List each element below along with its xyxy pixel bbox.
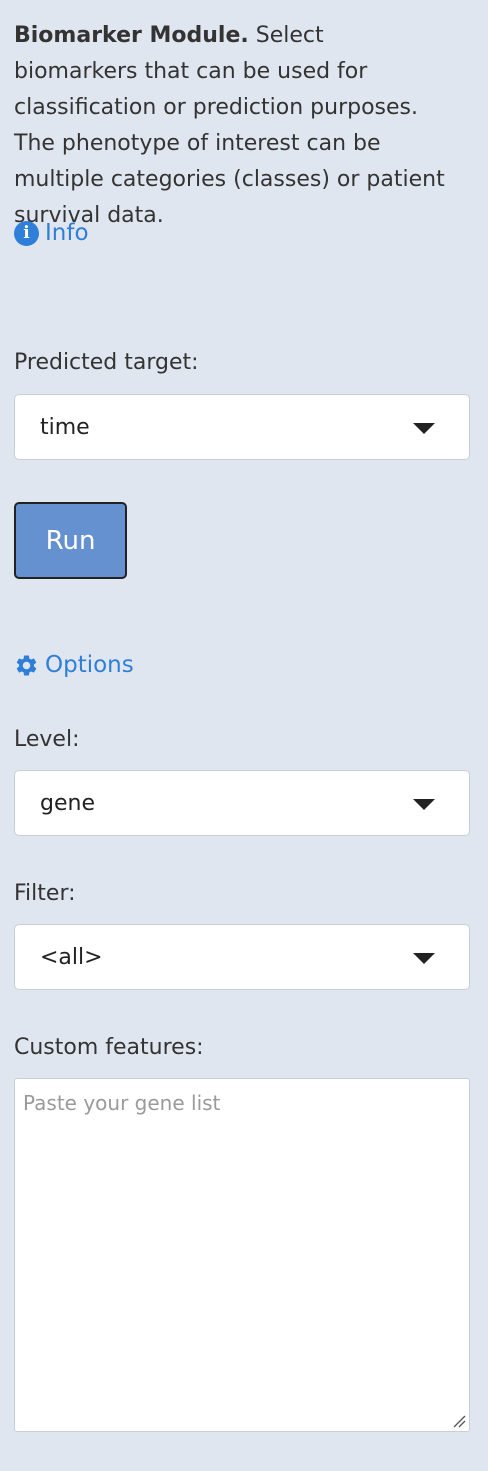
chevron-down-icon — [413, 799, 435, 810]
intro-description: Select biomarkers that can be used for c… — [14, 23, 445, 228]
info-link[interactable]: i Info — [14, 220, 89, 246]
intro-text: Biomarker Module. Select biomarkers that… — [14, 18, 454, 234]
level-value: gene — [40, 790, 95, 816]
custom-features-label: Custom features: — [14, 1035, 204, 1060]
info-icon: i — [14, 220, 39, 246]
resize-grip-icon[interactable] — [452, 1414, 466, 1428]
chevron-down-icon — [413, 423, 435, 434]
options-link-label: Options — [45, 652, 134, 678]
level-select[interactable]: gene — [14, 770, 470, 836]
custom-features-textarea[interactable] — [14, 1078, 470, 1432]
gear-icon — [16, 655, 37, 675]
predicted-target-value: time — [40, 414, 90, 440]
run-button[interactable]: Run — [14, 502, 127, 579]
filter-select[interactable]: <all> — [14, 924, 470, 990]
intro-title: Biomarker Module. — [14, 23, 249, 48]
filter-value: <all> — [40, 944, 103, 970]
predicted-target-select[interactable]: time — [14, 394, 470, 460]
info-link-label: Info — [45, 220, 89, 246]
biomarker-panel: Biomarker Module. Select biomarkers that… — [0, 0, 488, 1471]
chevron-down-icon — [413, 953, 435, 964]
filter-label: Filter: — [14, 881, 76, 906]
options-link[interactable]: Options — [14, 652, 134, 678]
level-label: Level: — [14, 727, 80, 752]
predicted-target-label: Predicted target: — [14, 350, 199, 375]
